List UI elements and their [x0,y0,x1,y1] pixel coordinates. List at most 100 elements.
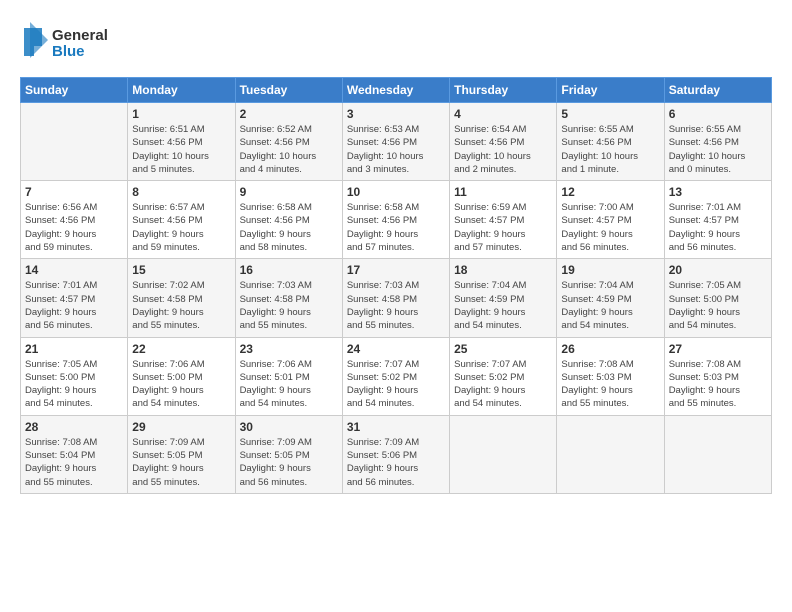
day-info: Sunrise: 7:03 AM Sunset: 4:58 PM Dayligh… [240,279,338,332]
calendar-cell: 15Sunrise: 7:02 AM Sunset: 4:58 PM Dayli… [128,259,235,337]
calendar-week-row: 28 Sunrise: 7:08 AM Sunset: 5:04 PM Dayli… [21,415,772,493]
day-info: Sunrise: 6:52 AM Sunset: 4:56 PM Dayligh… [240,123,338,176]
day-number: 12 [561,185,659,199]
day-number: 30 [240,420,338,434]
day-info: Sunrise: 6:51 AM Sunset: 4:56 PM Dayligh… [132,123,230,176]
day-number: 5 [561,107,659,121]
calendar-cell: 28 Sunrise: 7:08 AM Sunset: 5:04 PM Dayli… [21,415,128,493]
calendar-cell: 24 Sunrise: 7:07 AM Sunset: 5:02 PM Dayli… [342,337,449,415]
page-container: General Blue SundayMondayTuesdayWednesda… [0,0,792,504]
day-number: 8 [132,185,230,199]
day-number: 14 [25,263,123,277]
calendar-cell: 18 Sunrise: 7:04 AM Sunset: 4:59 PM Dayli… [450,259,557,337]
calendar-cell [450,415,557,493]
day-info: Sunrise: 6:56 AM Sunset: 4:56 PM Dayligh… [25,201,123,254]
day-number: 17 [347,263,445,277]
day-number: 19 [561,263,659,277]
day-number: 28 [25,420,123,434]
calendar-cell: 7 Sunrise: 6:56 AM Sunset: 4:56 PM Daylig… [21,181,128,259]
day-number: 29 [132,420,230,434]
calendar-header-row: SundayMondayTuesdayWednesdayThursdayFrid… [21,78,772,103]
calendar-cell: 13Sunrise: 7:01 AM Sunset: 4:57 PM Dayli… [664,181,771,259]
day-info: Sunrise: 7:09 AM Sunset: 5:06 PM Dayligh… [347,436,445,489]
calendar-cell: 2 Sunrise: 6:52 AM Sunset: 4:56 PM Daylig… [235,103,342,181]
calendar-cell: 25 Sunrise: 7:07 AM Sunset: 5:02 PM Dayli… [450,337,557,415]
day-number: 7 [25,185,123,199]
day-number: 16 [240,263,338,277]
day-info: Sunrise: 7:04 AM Sunset: 4:59 PM Dayligh… [454,279,552,332]
calendar-cell: 14Sunrise: 7:01 AM Sunset: 4:57 PM Dayli… [21,259,128,337]
day-info: Sunrise: 7:08 AM Sunset: 5:03 PM Dayligh… [561,358,659,411]
day-info: Sunrise: 7:07 AM Sunset: 5:02 PM Dayligh… [454,358,552,411]
day-info: Sunrise: 7:07 AM Sunset: 5:02 PM Dayligh… [347,358,445,411]
calendar-cell: 20 Sunrise: 7:05 AM Sunset: 5:00 PM Dayli… [664,259,771,337]
svg-text:General: General [52,27,108,44]
day-info: Sunrise: 7:04 AM Sunset: 4:59 PM Dayligh… [561,279,659,332]
calendar-cell: 23 Sunrise: 7:06 AM Sunset: 5:01 PM Dayli… [235,337,342,415]
calendar-cell: 30 Sunrise: 7:09 AM Sunset: 5:05 PM Dayli… [235,415,342,493]
logo-svg: General Blue [20,18,130,66]
day-number: 24 [347,342,445,356]
day-info: Sunrise: 6:53 AM Sunset: 4:56 PM Dayligh… [347,123,445,176]
day-number: 3 [347,107,445,121]
day-info: Sunrise: 7:06 AM Sunset: 5:00 PM Dayligh… [132,358,230,411]
logo-text-block: General Blue [20,18,130,71]
day-number: 22 [132,342,230,356]
day-number: 15 [132,263,230,277]
day-info: Sunrise: 7:09 AM Sunset: 5:05 PM Dayligh… [132,436,230,489]
day-of-week-header: Wednesday [342,78,449,103]
day-info: Sunrise: 7:05 AM Sunset: 5:00 PM Dayligh… [25,358,123,411]
calendar-cell [664,415,771,493]
calendar-cell: 1 Sunrise: 6:51 AM Sunset: 4:56 PM Daylig… [128,103,235,181]
day-info: Sunrise: 7:05 AM Sunset: 5:00 PM Dayligh… [669,279,767,332]
calendar-cell: 31 Sunrise: 7:09 AM Sunset: 5:06 PM Dayli… [342,415,449,493]
logo: General Blue [20,18,130,71]
calendar-cell: 17 Sunrise: 7:03 AM Sunset: 4:58 PM Dayli… [342,259,449,337]
calendar-week-row: 14Sunrise: 7:01 AM Sunset: 4:57 PM Dayli… [21,259,772,337]
day-number: 13 [669,185,767,199]
calendar-cell: 16 Sunrise: 7:03 AM Sunset: 4:58 PM Dayli… [235,259,342,337]
header: General Blue [20,18,772,71]
calendar-cell: 5Sunrise: 6:55 AM Sunset: 4:56 PM Daylig… [557,103,664,181]
day-info: Sunrise: 6:59 AM Sunset: 4:57 PM Dayligh… [454,201,552,254]
calendar-table: SundayMondayTuesdayWednesdayThursdayFrid… [20,77,772,494]
day-info: Sunrise: 6:58 AM Sunset: 4:56 PM Dayligh… [240,201,338,254]
calendar-cell: 10Sunrise: 6:58 AM Sunset: 4:56 PM Dayli… [342,181,449,259]
day-number: 2 [240,107,338,121]
calendar-cell: 4Sunrise: 6:54 AM Sunset: 4:56 PM Daylig… [450,103,557,181]
day-info: Sunrise: 7:00 AM Sunset: 4:57 PM Dayligh… [561,201,659,254]
day-number: 10 [347,185,445,199]
calendar-cell: 11Sunrise: 6:59 AM Sunset: 4:57 PM Dayli… [450,181,557,259]
day-number: 20 [669,263,767,277]
day-number: 21 [25,342,123,356]
day-number: 23 [240,342,338,356]
calendar-cell: 6 Sunrise: 6:55 AM Sunset: 4:56 PM Daylig… [664,103,771,181]
calendar-cell: 26Sunrise: 7:08 AM Sunset: 5:03 PM Dayli… [557,337,664,415]
calendar-week-row: 21 Sunrise: 7:05 AM Sunset: 5:00 PM Dayli… [21,337,772,415]
calendar-cell: 8Sunrise: 6:57 AM Sunset: 4:56 PM Daylig… [128,181,235,259]
day-info: Sunrise: 7:06 AM Sunset: 5:01 PM Dayligh… [240,358,338,411]
calendar-cell: 3 Sunrise: 6:53 AM Sunset: 4:56 PM Daylig… [342,103,449,181]
calendar-cell: 21 Sunrise: 7:05 AM Sunset: 5:00 PM Dayli… [21,337,128,415]
day-number: 1 [132,107,230,121]
day-of-week-header: Monday [128,78,235,103]
day-number: 31 [347,420,445,434]
day-info: Sunrise: 7:03 AM Sunset: 4:58 PM Dayligh… [347,279,445,332]
calendar-cell [21,103,128,181]
day-info: Sunrise: 7:09 AM Sunset: 5:05 PM Dayligh… [240,436,338,489]
calendar-cell: 19 Sunrise: 7:04 AM Sunset: 4:59 PM Dayli… [557,259,664,337]
day-info: Sunrise: 7:08 AM Sunset: 5:04 PM Dayligh… [25,436,123,489]
day-number: 6 [669,107,767,121]
calendar-week-row: 1 Sunrise: 6:51 AM Sunset: 4:56 PM Daylig… [21,103,772,181]
day-info: Sunrise: 7:08 AM Sunset: 5:03 PM Dayligh… [669,358,767,411]
day-of-week-header: Thursday [450,78,557,103]
day-number: 9 [240,185,338,199]
day-number: 27 [669,342,767,356]
day-of-week-header: Friday [557,78,664,103]
calendar-cell [557,415,664,493]
calendar-cell: 27 Sunrise: 7:08 AM Sunset: 5:03 PM Dayli… [664,337,771,415]
day-number: 18 [454,263,552,277]
calendar-cell: 9 Sunrise: 6:58 AM Sunset: 4:56 PM Daylig… [235,181,342,259]
day-info: Sunrise: 6:55 AM Sunset: 4:56 PM Dayligh… [669,123,767,176]
day-number: 25 [454,342,552,356]
